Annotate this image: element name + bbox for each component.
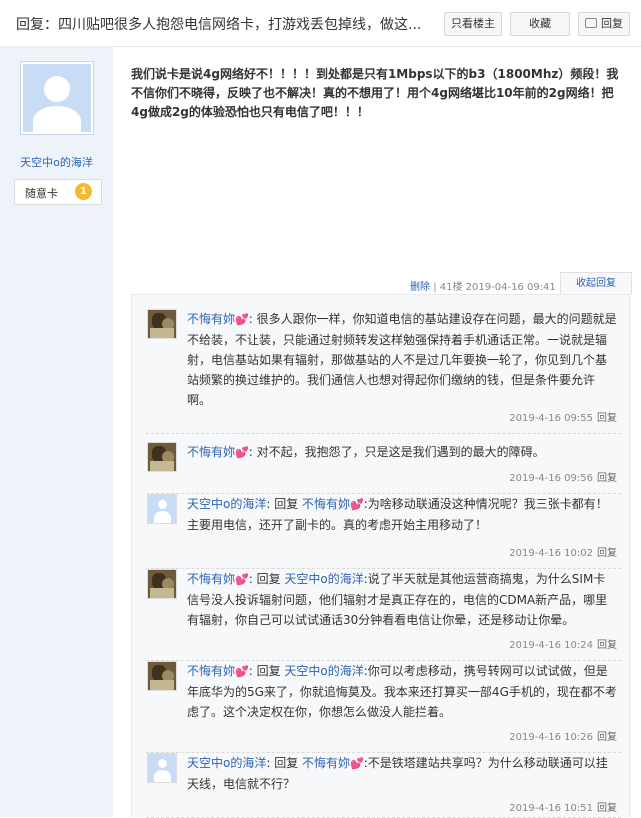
thread-title: 回复：四川贴吧很多人抱怨电信网络卡，打游戏丢包掉线，做这... (16, 17, 422, 33)
dog-avatar[interactable] (147, 569, 177, 599)
reply-prefix: : 回复 (266, 497, 303, 511)
reply-link[interactable]: 回复 (597, 473, 617, 484)
reply-button-label: 回复 (601, 17, 623, 30)
reply-prefix: : 回复 (248, 664, 285, 678)
reply-text: 不悔有妳💕: 很多人跟你一样，你知道电信的基站建设存在问题，最大的问题就是不给装… (187, 309, 617, 410)
reply-item: 天空中o的海洋: 回复 不悔有妳💕:为啥移动联通没这种情况呢？我三张卡都有！主要… (132, 494, 631, 569)
post-content: 我们说卡是说4g网络好不！！！！到处都是只有1Mbps以下的b3（1800Mhz… (131, 67, 619, 119)
reply-username[interactable]: 不悔有妳 (187, 445, 235, 459)
reply-time: 2019-4-16 10:26 (509, 732, 593, 743)
reply-item: 不悔有妳💕: 回复 天空中o的海洋:说了半天就是其他运营商搞鬼，为什么SIM卡信… (132, 569, 631, 661)
reply-text: 天空中o的海洋: 回复 不悔有妳💕:不是铁塔建站共享吗？为什么移动联通可以挂天线… (187, 753, 617, 794)
reply-meta: 2019-4-16 10:02 回复 (509, 544, 617, 559)
author-avatar[interactable] (20, 61, 94, 135)
heart-icon: 💕 (350, 757, 364, 770)
level-icon: 1 (75, 183, 92, 200)
reply-item: 不悔有妳💕: 对不起，我抱怨了，只是这是我们遇到的最大的障碍。 2019-4-16… (132, 442, 631, 494)
post-time: 2019-04-16 09:41 (465, 282, 556, 293)
reply-list: 不悔有妳💕: 很多人跟你一样，你知道电信的基站建设存在问题，最大的问题就是不给装… (131, 294, 631, 818)
reply-meta: 2019-4-16 09:56 回复 (509, 469, 617, 484)
reply-item: 不悔有妳💕: 回复 天空中o的海洋:你可以考虑移动，携号转网可以试试做，但是年底… (132, 661, 631, 753)
reply-prefix: : 回复 (266, 756, 303, 770)
dog-avatar[interactable] (147, 442, 177, 472)
reply-to-username[interactable]: 天空中o的海洋 (284, 664, 363, 678)
collapse-replies-button[interactable]: 收起回复 (560, 272, 632, 295)
reply-username[interactable]: 不悔有妳 (187, 312, 235, 326)
member-badge[interactable]: 随意卡 1 (14, 179, 102, 205)
reply-meta: 2019-4-16 10:24 回复 (509, 636, 617, 651)
dog-avatar[interactable] (147, 661, 177, 691)
reply-text: 天空中o的海洋: 回复 不悔有妳💕:为啥移动联通没这种情况呢？我三张卡都有！主要… (187, 494, 617, 535)
reply-to-username[interactable]: 天空中o的海洋 (284, 572, 363, 586)
default-avatar[interactable] (147, 753, 177, 783)
top-bar: 回复：四川贴吧很多人抱怨电信网络卡，打游戏丢包掉线，做这... 只看楼主 收藏 … (0, 0, 641, 47)
reply-link[interactable]: 回复 (597, 640, 617, 651)
reply-divider (146, 433, 621, 434)
reply-text: 不悔有妳💕: 对不起，我抱怨了，只是这是我们遇到的最大的障碍。 (187, 442, 617, 463)
author-sidebar: 天空中o的海洋 随意卡 1 (0, 46, 113, 817)
reply-meta: 2019-4-16 09:55 回复 (509, 409, 617, 424)
reply-button[interactable]: 回复 (578, 12, 630, 36)
reply-text: 不悔有妳💕: 回复 天空中o的海洋:说了半天就是其他运营商搞鬼，为什么SIM卡信… (187, 569, 617, 630)
only-op-button[interactable]: 只看楼主 (444, 12, 502, 36)
reply-body: : 很多人跟你一样，你知道电信的基站建设存在问题，最大的问题就是不给装，不让装，… (187, 312, 617, 407)
reply-time: 2019-4-16 09:56 (509, 473, 593, 484)
reply-meta: 2019-4-16 10:26 回复 (509, 728, 617, 743)
heart-icon: 💕 (350, 498, 364, 511)
reply-time: 2019-4-16 10:24 (509, 640, 593, 651)
heart-icon: 💕 (235, 446, 249, 459)
reply-username[interactable]: 不悔有妳 (187, 664, 235, 678)
heart-icon: 💕 (235, 665, 249, 678)
reply-username[interactable]: 天空中o的海洋 (187, 497, 266, 511)
favorite-button[interactable]: 收藏 (510, 12, 570, 36)
reply-username[interactable]: 不悔有妳 (187, 572, 235, 586)
badge-label: 随意卡 (25, 187, 58, 200)
reply-prefix: : 回复 (248, 572, 285, 586)
author-name[interactable]: 天空中o的海洋 (0, 154, 113, 170)
reply-item: 不悔有妳💕: 很多人跟你一样，你知道电信的基站建设存在问题，最大的问题就是不给装… (132, 309, 631, 434)
reply-link[interactable]: 回复 (597, 548, 617, 559)
post-meta: 删除 | 41楼 2019-04-16 09:41 (410, 282, 556, 293)
reply-time: 2019-4-16 09:55 (509, 413, 593, 424)
reply-body: : 对不起，我抱怨了，只是这是我们遇到的最大的障碍。 (248, 445, 545, 459)
reply-text: 不悔有妳💕: 回复 天空中o的海洋:你可以考虑移动，携号转网可以试试做，但是年底… (187, 661, 617, 722)
reply-link[interactable]: 回复 (597, 413, 617, 424)
reply-to-username[interactable]: 不悔有妳 (302, 497, 350, 511)
heart-icon: 💕 (235, 573, 249, 586)
reply-link[interactable]: 回复 (597, 803, 617, 814)
reply-item: 天空中o的海洋: 回复 不悔有妳💕:不是铁塔建站共享吗？为什么移动联通可以挂天线… (132, 753, 631, 818)
floor-number: 41楼 (439, 282, 463, 293)
reply-time: 2019-4-16 10:02 (509, 548, 593, 559)
default-avatar[interactable] (147, 494, 177, 524)
delete-link[interactable]: 删除 (410, 282, 430, 293)
dog-avatar[interactable] (147, 309, 177, 339)
reply-link[interactable]: 回复 (597, 732, 617, 743)
reply-meta: 2019-4-16 10:51 回复 (509, 799, 617, 814)
reply-time: 2019-4-16 10:51 (509, 803, 593, 814)
heart-icon: 💕 (235, 313, 249, 326)
reply-username[interactable]: 天空中o的海洋 (187, 756, 266, 770)
comment-icon (585, 18, 597, 28)
reply-to-username[interactable]: 不悔有妳 (302, 756, 350, 770)
